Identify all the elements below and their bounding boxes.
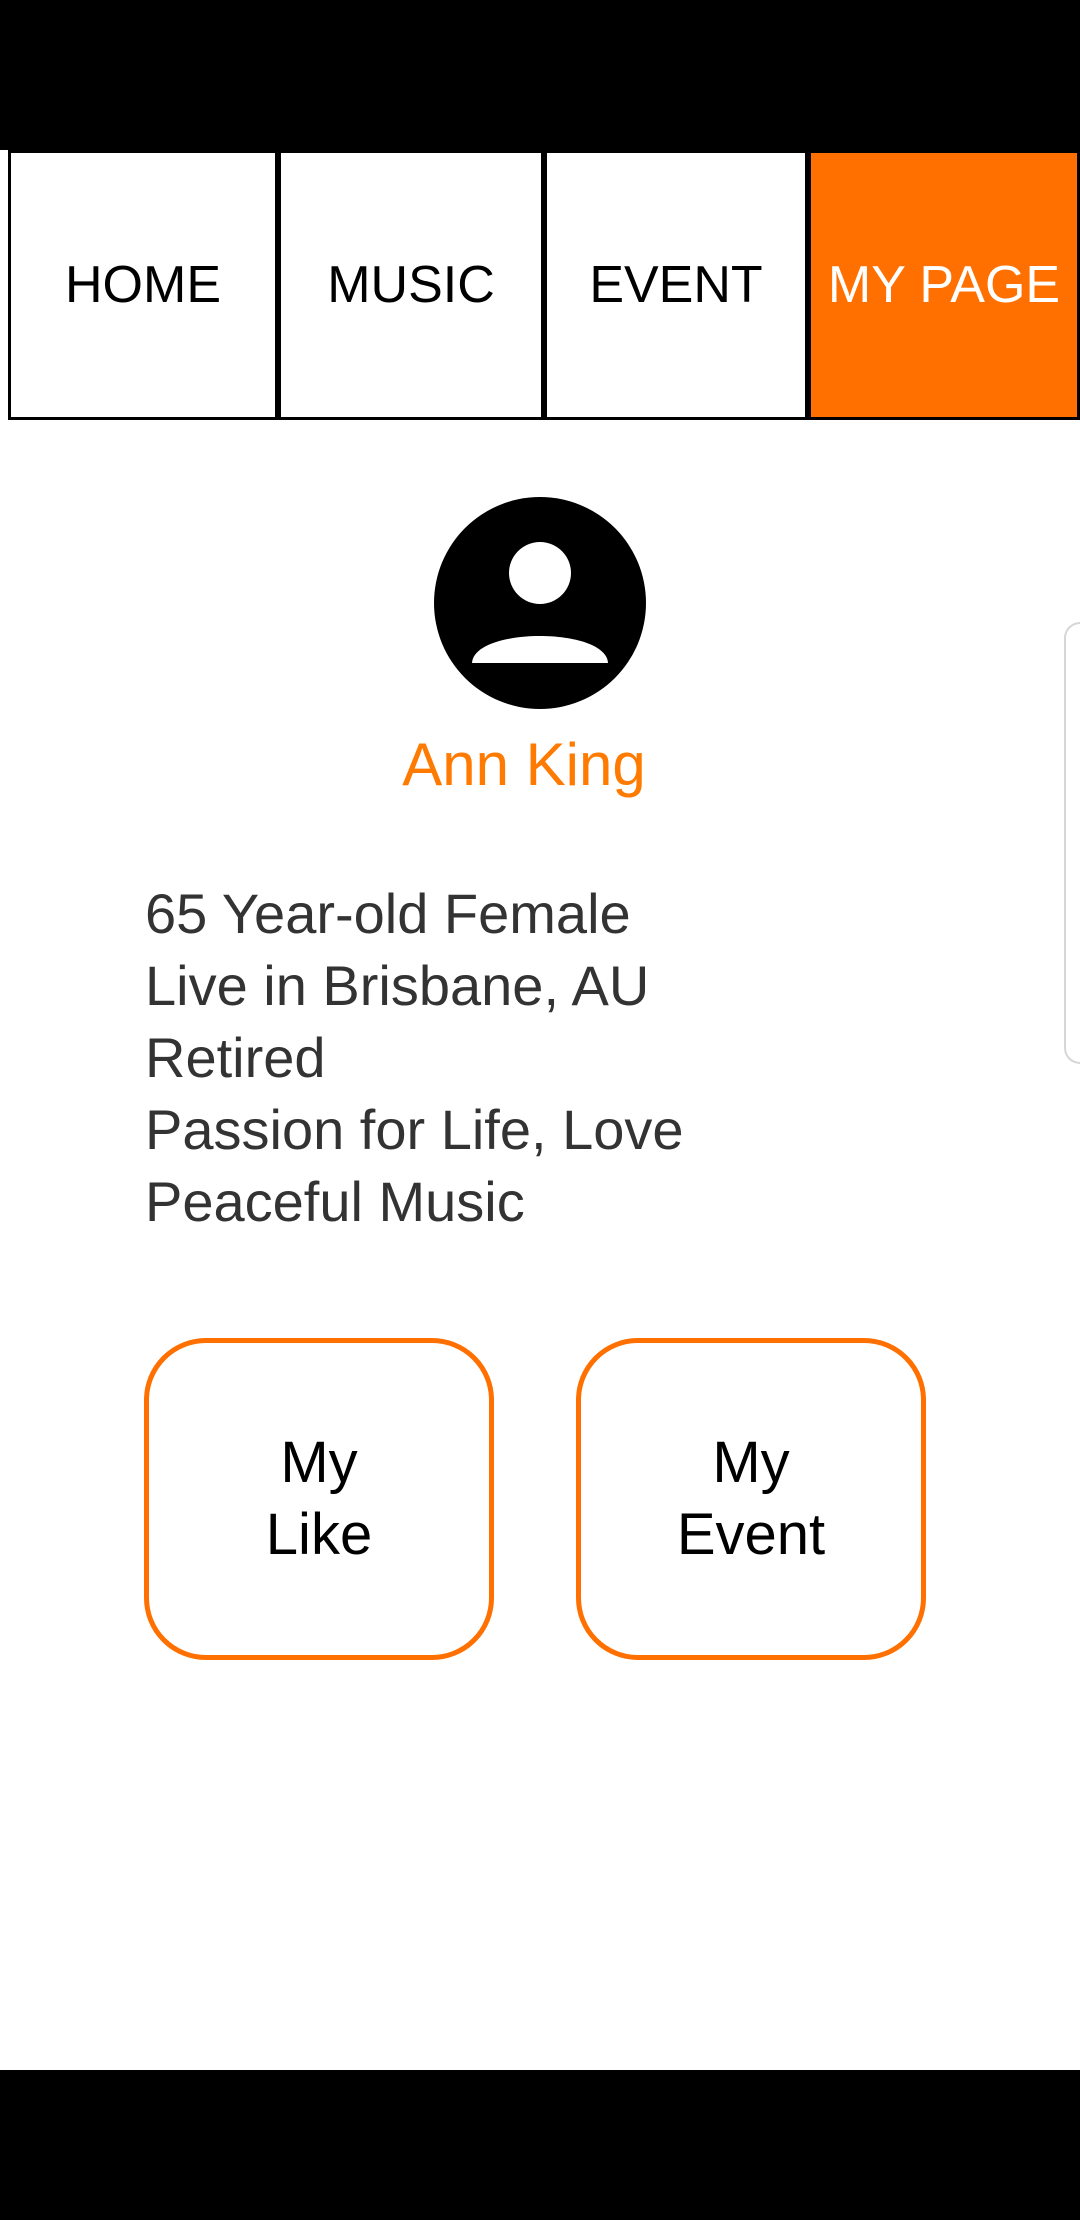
bio-line: 65 Year-old Female (145, 882, 631, 945)
tab-event-label: EVENT (589, 256, 763, 314)
my-like-label-line1: My (280, 1430, 358, 1495)
bio-line: Peaceful Music (145, 1170, 525, 1233)
bio-line: Live in Brisbane, AU (145, 954, 650, 1017)
my-like-label-line2: Like (265, 1502, 373, 1567)
my-like-button[interactable]: My Like (144, 1338, 494, 1660)
bio-line: Retired (145, 1026, 326, 1089)
tab-event[interactable]: EVENT (544, 150, 808, 420)
my-event-button[interactable]: My Event (576, 1338, 926, 1660)
my-event-label-line2: Event (676, 1502, 826, 1567)
profile-name: Ann King (402, 731, 646, 798)
tab-home-label: HOME (65, 256, 221, 314)
tab-my-page-label: MY PAGE (827, 256, 1061, 314)
tab-music-label: MUSIC (327, 256, 495, 314)
profile-bio: 65 Year-old Female Live in Brisbane, AU … (145, 878, 965, 1238)
status-bar (0, 0, 1080, 150)
account-circle-icon (434, 497, 646, 709)
tab-music[interactable]: MUSIC (278, 150, 544, 420)
my-event-label-line1: My (712, 1430, 790, 1495)
edge-panel-handle[interactable] (1064, 622, 1080, 1064)
tab-my-page[interactable]: MY PAGE (808, 150, 1080, 420)
bio-line: Passion for Life, Love (145, 1098, 684, 1161)
system-navigation-bar (0, 2070, 1080, 2220)
top-tab-bar: HOME MUSIC EVENT MY PAGE (4, 150, 1080, 420)
tab-home[interactable]: HOME (8, 150, 278, 420)
